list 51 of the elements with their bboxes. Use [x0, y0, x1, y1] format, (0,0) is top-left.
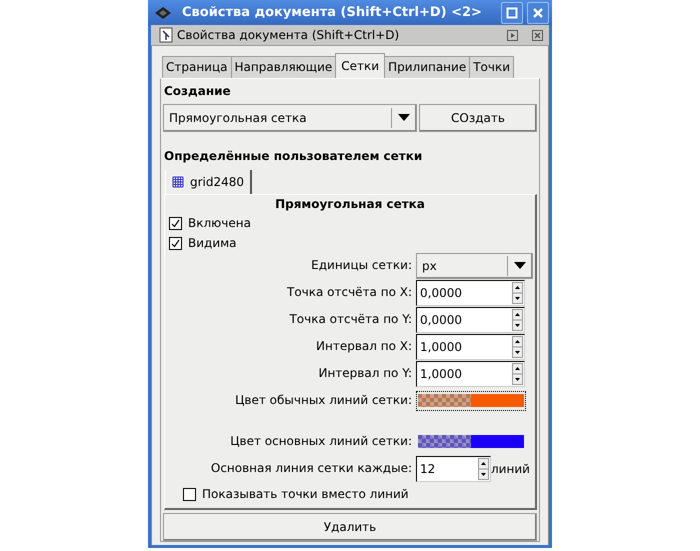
field-label: Интервал по Y:: [317, 365, 412, 382]
tab[interactable]: Точки: [469, 56, 514, 78]
maximize-icon: [506, 6, 518, 19]
dock-title: Свойства документа (Shift+Ctrl+D): [177, 28, 400, 42]
field-label: Цвет обычных линий сетки:: [234, 392, 412, 409]
spin-arrows-icon[interactable]: [512, 336, 523, 358]
maximize-button[interactable]: [501, 2, 523, 24]
checkbox[interactable]: Показывать точки вместо линий: [165, 484, 409, 504]
checked-box-icon: [169, 216, 182, 230]
field-label: Точка отсчёта по X:: [286, 284, 412, 301]
app-icon: [154, 6, 172, 20]
grid-tab[interactable]: grid2480: [165, 170, 252, 194]
spin-field[interactable]: 0,0000: [416, 306, 525, 332]
close-button[interactable]: [527, 2, 549, 24]
dropdown-arrow-icon: [514, 262, 526, 270]
section-heading: Определённые пользователем сетки: [163, 148, 424, 165]
spin-arrows-icon[interactable]: [478, 458, 489, 480]
tab[interactable]: Направляющие: [230, 56, 336, 78]
tab[interactable]: Прилипание: [384, 56, 470, 78]
checked-box-icon: [169, 236, 182, 250]
unit-label: линий: [491, 462, 530, 476]
spin-arrows-icon[interactable]: [512, 282, 523, 304]
units-dropdown[interactable]: px: [416, 252, 533, 278]
close-icon: [532, 6, 544, 19]
document-icon: [159, 27, 173, 44]
window-title: Свойства документа (Shift+Ctrl+D) <2>: [182, 5, 483, 20]
field-label: Точка отсчёта по Y:: [288, 311, 412, 328]
spin-field[interactable]: 1,0000: [416, 334, 525, 360]
spin-arrows-icon[interactable]: [512, 308, 523, 330]
delete-button[interactable]: Удалить: [163, 513, 537, 541]
spin-field[interactable]: 12: [416, 456, 491, 482]
dropdown-arrow-icon: [398, 114, 410, 122]
checkbox-icon: [183, 488, 196, 500]
spin-field[interactable]: 0,0000: [416, 280, 525, 306]
spin-arrows-icon[interactable]: [512, 362, 523, 384]
create-button[interactable]: СОздать: [419, 104, 537, 132]
checkbox[interactable]: Включена: [165, 213, 251, 233]
grid-icon: [172, 176, 184, 188]
field-label: Интервал по X:: [315, 338, 412, 355]
field-label: Основная линия сетки каждые:: [210, 460, 412, 477]
checkbox[interactable]: Видима: [165, 233, 237, 253]
color-button[interactable]: [416, 390, 526, 410]
field-label: Цвет основных линий сетки:: [229, 433, 412, 450]
grid-type-dropdown[interactable]: Прямоугольная сетка: [163, 104, 417, 132]
tab[interactable]: Страница: [162, 56, 232, 78]
spin-field[interactable]: 1,0000: [416, 360, 525, 386]
panel-title: Прямоугольная сетка: [274, 196, 426, 213]
field-label: Единицы сетки:: [310, 257, 412, 274]
section-heading: Создание: [163, 83, 232, 100]
iconify-icon[interactable]: [507, 30, 518, 41]
close-icon[interactable]: [532, 30, 543, 41]
